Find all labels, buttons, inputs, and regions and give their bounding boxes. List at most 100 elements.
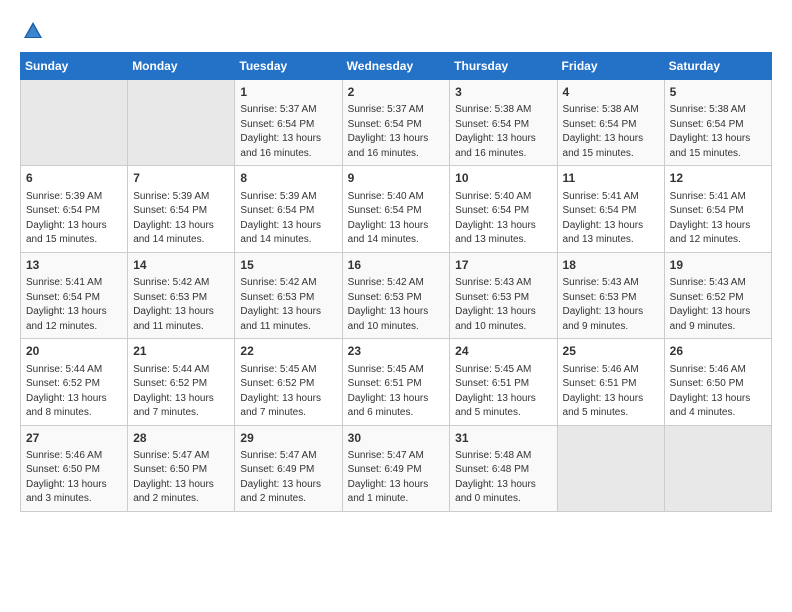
day-number: 29 xyxy=(240,430,336,447)
day-info: Sunrise: 5:43 AM Sunset: 6:53 PM Dayligh… xyxy=(563,277,644,332)
calendar-cell: 25 Sunrise: 5:46 AM Sunset: 6:51 PM Dayli… xyxy=(557,339,664,425)
calendar-cell: 23 Sunrise: 5:45 AM Sunset: 6:51 PM Dayli… xyxy=(342,339,450,425)
weekday-header-monday: Monday xyxy=(128,53,235,80)
day-info: Sunrise: 5:46 AM Sunset: 6:50 PM Dayligh… xyxy=(26,450,107,505)
day-number: 22 xyxy=(240,343,336,360)
day-info: Sunrise: 5:40 AM Sunset: 6:54 PM Dayligh… xyxy=(455,191,536,246)
day-number: 23 xyxy=(348,343,445,360)
day-info: Sunrise: 5:47 AM Sunset: 6:49 PM Dayligh… xyxy=(240,450,321,505)
day-info: Sunrise: 5:40 AM Sunset: 6:54 PM Dayligh… xyxy=(348,191,429,246)
day-number: 27 xyxy=(26,430,122,447)
calendar-cell xyxy=(664,425,771,511)
calendar-week-row: 13 Sunrise: 5:41 AM Sunset: 6:54 PM Dayli… xyxy=(21,252,772,338)
day-info: Sunrise: 5:42 AM Sunset: 6:53 PM Dayligh… xyxy=(240,277,321,332)
calendar-cell: 9 Sunrise: 5:40 AM Sunset: 6:54 PM Daylig… xyxy=(342,166,450,252)
day-number: 12 xyxy=(670,170,766,187)
day-number: 6 xyxy=(26,170,122,187)
day-number: 3 xyxy=(455,84,551,101)
weekday-header-tuesday: Tuesday xyxy=(235,53,342,80)
day-number: 21 xyxy=(133,343,229,360)
weekday-header-wednesday: Wednesday xyxy=(342,53,450,80)
day-info: Sunrise: 5:38 AM Sunset: 6:54 PM Dayligh… xyxy=(563,104,644,159)
calendar-cell: 18 Sunrise: 5:43 AM Sunset: 6:53 PM Dayli… xyxy=(557,252,664,338)
day-info: Sunrise: 5:47 AM Sunset: 6:50 PM Dayligh… xyxy=(133,450,214,505)
weekday-header-sunday: Sunday xyxy=(21,53,128,80)
day-info: Sunrise: 5:45 AM Sunset: 6:51 PM Dayligh… xyxy=(348,364,429,419)
calendar-cell: 26 Sunrise: 5:46 AM Sunset: 6:50 PM Dayli… xyxy=(664,339,771,425)
day-number: 14 xyxy=(133,257,229,274)
calendar-cell: 10 Sunrise: 5:40 AM Sunset: 6:54 PM Dayli… xyxy=(450,166,557,252)
day-info: Sunrise: 5:47 AM Sunset: 6:49 PM Dayligh… xyxy=(348,450,429,505)
calendar-cell: 2 Sunrise: 5:37 AM Sunset: 6:54 PM Daylig… xyxy=(342,80,450,166)
day-info: Sunrise: 5:41 AM Sunset: 6:54 PM Dayligh… xyxy=(670,191,751,246)
calendar-cell: 21 Sunrise: 5:44 AM Sunset: 6:52 PM Dayli… xyxy=(128,339,235,425)
day-number: 7 xyxy=(133,170,229,187)
logo xyxy=(20,20,46,42)
calendar-cell: 11 Sunrise: 5:41 AM Sunset: 6:54 PM Dayli… xyxy=(557,166,664,252)
day-info: Sunrise: 5:41 AM Sunset: 6:54 PM Dayligh… xyxy=(26,277,107,332)
day-number: 18 xyxy=(563,257,659,274)
day-info: Sunrise: 5:39 AM Sunset: 6:54 PM Dayligh… xyxy=(133,191,214,246)
calendar-cell: 28 Sunrise: 5:47 AM Sunset: 6:50 PM Dayli… xyxy=(128,425,235,511)
day-info: Sunrise: 5:48 AM Sunset: 6:48 PM Dayligh… xyxy=(455,450,536,505)
day-number: 9 xyxy=(348,170,445,187)
day-number: 28 xyxy=(133,430,229,447)
day-number: 24 xyxy=(455,343,551,360)
day-info: Sunrise: 5:41 AM Sunset: 6:54 PM Dayligh… xyxy=(563,191,644,246)
day-number: 4 xyxy=(563,84,659,101)
day-number: 2 xyxy=(348,84,445,101)
day-number: 8 xyxy=(240,170,336,187)
day-info: Sunrise: 5:42 AM Sunset: 6:53 PM Dayligh… xyxy=(348,277,429,332)
calendar-cell: 4 Sunrise: 5:38 AM Sunset: 6:54 PM Daylig… xyxy=(557,80,664,166)
calendar-cell: 30 Sunrise: 5:47 AM Sunset: 6:49 PM Dayli… xyxy=(342,425,450,511)
calendar-cell: 13 Sunrise: 5:41 AM Sunset: 6:54 PM Dayli… xyxy=(21,252,128,338)
day-number: 17 xyxy=(455,257,551,274)
calendar-cell: 29 Sunrise: 5:47 AM Sunset: 6:49 PM Dayli… xyxy=(235,425,342,511)
weekday-header-friday: Friday xyxy=(557,53,664,80)
calendar-cell: 12 Sunrise: 5:41 AM Sunset: 6:54 PM Dayli… xyxy=(664,166,771,252)
calendar-week-row: 1Sunrise: 5:37 AM Sunset: 6:54 PM Daylig… xyxy=(21,80,772,166)
day-number: 19 xyxy=(670,257,766,274)
day-info: Sunrise: 5:38 AM Sunset: 6:54 PM Dayligh… xyxy=(455,104,536,159)
day-info: Sunrise: 5:37 AM Sunset: 6:54 PM Dayligh… xyxy=(348,104,429,159)
day-number: 30 xyxy=(348,430,445,447)
day-number: 15 xyxy=(240,257,336,274)
day-number: 11 xyxy=(563,170,659,187)
day-info: Sunrise: 5:45 AM Sunset: 6:51 PM Dayligh… xyxy=(455,364,536,419)
day-info: Sunrise: 5:46 AM Sunset: 6:51 PM Dayligh… xyxy=(563,364,644,419)
day-info: Sunrise: 5:43 AM Sunset: 6:52 PM Dayligh… xyxy=(670,277,751,332)
day-info: Sunrise: 5:42 AM Sunset: 6:53 PM Dayligh… xyxy=(133,277,214,332)
day-info: Sunrise: 5:39 AM Sunset: 6:54 PM Dayligh… xyxy=(240,191,321,246)
calendar-cell: 24 Sunrise: 5:45 AM Sunset: 6:51 PM Dayli… xyxy=(450,339,557,425)
day-info: Sunrise: 5:43 AM Sunset: 6:53 PM Dayligh… xyxy=(455,277,536,332)
calendar-cell: 5 Sunrise: 5:38 AM Sunset: 6:54 PM Daylig… xyxy=(664,80,771,166)
day-info: Sunrise: 5:44 AM Sunset: 6:52 PM Dayligh… xyxy=(133,364,214,419)
day-number: 25 xyxy=(563,343,659,360)
day-info: Sunrise: 5:46 AM Sunset: 6:50 PM Dayligh… xyxy=(670,364,751,419)
calendar-week-row: 27 Sunrise: 5:46 AM Sunset: 6:50 PM Dayli… xyxy=(21,425,772,511)
weekday-header-thursday: Thursday xyxy=(450,53,557,80)
day-number: 13 xyxy=(26,257,122,274)
calendar-cell: 14 Sunrise: 5:42 AM Sunset: 6:53 PM Dayli… xyxy=(128,252,235,338)
day-info: Sunrise: 5:45 AM Sunset: 6:52 PM Dayligh… xyxy=(240,364,321,419)
day-info: Sunrise: 5:37 AM Sunset: 6:54 PM Dayligh… xyxy=(240,104,321,159)
calendar-cell: 15 Sunrise: 5:42 AM Sunset: 6:53 PM Dayli… xyxy=(235,252,342,338)
day-number: 26 xyxy=(670,343,766,360)
day-info: Sunrise: 5:38 AM Sunset: 6:54 PM Dayligh… xyxy=(670,104,751,159)
calendar-week-row: 20 Sunrise: 5:44 AM Sunset: 6:52 PM Dayli… xyxy=(21,339,772,425)
calendar-cell: 31 Sunrise: 5:48 AM Sunset: 6:48 PM Dayli… xyxy=(450,425,557,511)
day-number: 31 xyxy=(455,430,551,447)
day-info: Sunrise: 5:39 AM Sunset: 6:54 PM Dayligh… xyxy=(26,191,107,246)
calendar-cell: 16Sunrise: 5:42 AM Sunset: 6:53 PM Dayli… xyxy=(342,252,450,338)
day-number: 20 xyxy=(26,343,122,360)
calendar-cell: 22 Sunrise: 5:45 AM Sunset: 6:52 PM Dayli… xyxy=(235,339,342,425)
day-number: 5 xyxy=(670,84,766,101)
page-header xyxy=(20,20,772,42)
calendar-cell: 8 Sunrise: 5:39 AM Sunset: 6:54 PM Daylig… xyxy=(235,166,342,252)
calendar-cell xyxy=(21,80,128,166)
calendar-header-row: SundayMondayTuesdayWednesdayThursdayFrid… xyxy=(21,53,772,80)
calendar-table: SundayMondayTuesdayWednesdayThursdayFrid… xyxy=(20,52,772,512)
day-number: 10 xyxy=(455,170,551,187)
calendar-cell: 17 Sunrise: 5:43 AM Sunset: 6:53 PM Dayli… xyxy=(450,252,557,338)
calendar-cell: 1Sunrise: 5:37 AM Sunset: 6:54 PM Daylig… xyxy=(235,80,342,166)
